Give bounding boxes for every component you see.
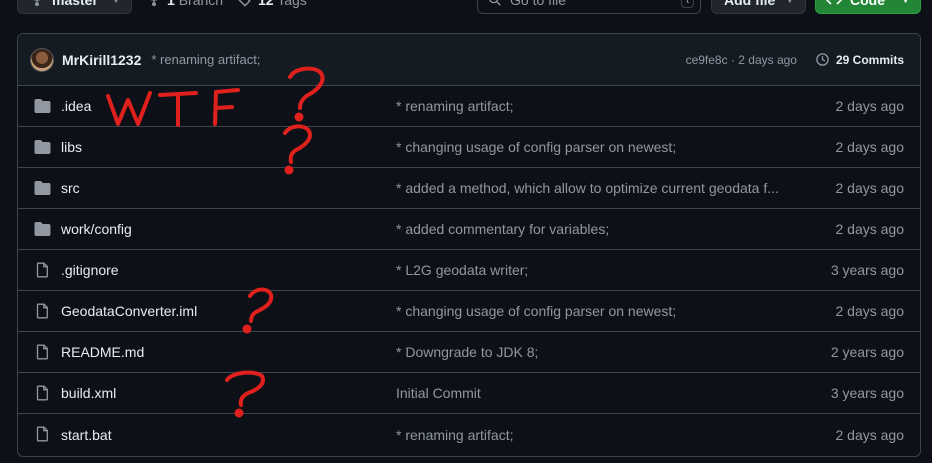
go-to-file-search[interactable]: Go to file t — [477, 0, 701, 14]
latest-commit-message[interactable]: * renaming artifact; — [151, 52, 260, 67]
branch-select-button[interactable]: master ▼ — [17, 0, 132, 14]
commit-author[interactable]: MrKirill1232 — [62, 52, 141, 68]
commit-sha-date[interactable]: ce9fe8c · 2 days ago — [686, 53, 797, 67]
commit-date: 2 days ago — [835, 426, 905, 443]
file-name-link[interactable]: work/config — [61, 221, 132, 237]
folder-icon — [34, 221, 51, 237]
file-name-link[interactable]: .gitignore — [61, 262, 119, 278]
add-file-label: Add file — [724, 0, 776, 8]
commit-message-link[interactable]: Initial Commit — [396, 385, 481, 401]
add-file-button[interactable]: Add file ▼ — [711, 0, 806, 14]
commits-count: 29 Commits — [835, 52, 904, 67]
folder-icon — [34, 139, 51, 155]
commit-message-link[interactable]: * renaming artifact; — [396, 427, 514, 443]
file-icon — [34, 344, 51, 360]
folder-icon — [34, 98, 51, 114]
commit-message-link[interactable]: * changing usage of config parser on new… — [396, 139, 676, 155]
commit-date: 3 years ago — [830, 262, 904, 278]
commit-message-link[interactable]: * added a method, which allow to optimiz… — [396, 180, 779, 196]
tags-link[interactable]: 12 Tags — [236, 0, 307, 8]
file-name-link[interactable]: README.md — [61, 344, 144, 360]
commit-message-link[interactable]: * changing usage of config parser on new… — [396, 303, 676, 319]
latest-commit-bar: MrKirill1232 * renaming artifact; ce9fe8… — [18, 34, 920, 86]
search-shortcut-key: t — [680, 0, 694, 8]
code-icon — [826, 0, 842, 5]
commit-date: 2 days ago — [835, 303, 905, 319]
branches-link[interactable]: 1 Branch — [147, 0, 223, 8]
commit-message-link[interactable]: * L2G geodata writer; — [396, 262, 528, 278]
commit-date: 2 days ago — [835, 221, 905, 237]
tags-count: 12 — [258, 0, 274, 8]
avatar[interactable] — [30, 47, 54, 72]
commit-message-link[interactable]: * Downgrade to JDK 8; — [396, 344, 538, 360]
folder-icon — [34, 180, 51, 196]
file-icon — [34, 426, 51, 442]
file-name-link[interactable]: .idea — [61, 98, 91, 114]
branches-count: 1 — [167, 0, 175, 8]
branches-label: Branch — [178, 0, 224, 8]
commit-date: 2 days ago — [835, 180, 905, 196]
commit-date: 2 days ago — [835, 98, 905, 114]
file-name-link[interactable]: start.bat — [61, 427, 112, 443]
search-placeholder: Go to file — [510, 0, 567, 8]
repo-toolbar: master ▼ 1 Branch 12 Tags Go to file t A… — [0, 0, 932, 16]
file-row[interactable]: start.bat * renaming artifact; 2 days ago — [18, 414, 920, 455]
commit-date: 2 days ago — [835, 139, 905, 155]
file-icon — [34, 303, 51, 319]
code-label: Code — [850, 0, 885, 8]
git-branch-icon — [33, 0, 41, 7]
commits-history-link[interactable]: 29 Commits — [815, 52, 904, 67]
tag-icon — [238, 0, 251, 7]
history-icon — [816, 53, 829, 66]
commit-date: 2 years ago — [830, 344, 904, 360]
file-icon — [34, 385, 51, 401]
file-rows: .idea * renaming artifact; 2 days ago libs *… — [18, 86, 920, 455]
file-row[interactable]: .idea * renaming artifact; 2 days ago — [18, 86, 920, 127]
file-name-link[interactable]: libs — [61, 139, 82, 155]
file-row[interactable]: build.xml Initial Commit 3 years ago — [18, 373, 920, 414]
branch-name: master — [52, 0, 98, 8]
search-icon — [489, 0, 501, 6]
file-icon — [34, 262, 51, 278]
chevron-down-icon: ▼ — [111, 0, 121, 6]
commit-date: 3 years ago — [830, 385, 904, 401]
file-row[interactable]: src * added a method, which allow to opti… — [18, 168, 920, 209]
commit-message-link[interactable]: * added commentary for variables; — [396, 221, 609, 237]
git-branch-icon — [150, 0, 158, 7]
file-row[interactable]: GeodataConverter.iml * changing usage of … — [18, 291, 920, 332]
tags-label: Tags — [277, 0, 307, 8]
file-row[interactable]: .gitignore * L2G geodata writer; 3 years a… — [18, 250, 920, 291]
chevron-down-icon: ▼ — [901, 0, 910, 5]
file-list: MrKirill1232 * renaming artifact; ce9fe8… — [17, 33, 921, 457]
file-row[interactable]: work/config * added commentary for variab… — [18, 209, 920, 250]
file-row[interactable]: libs * changing usage of config parser on… — [18, 127, 920, 168]
chevron-down-icon: ▼ — [785, 0, 795, 5]
file-name-link[interactable]: GeodataConverter.iml — [61, 303, 197, 319]
code-button[interactable]: Code ▼ — [815, 0, 921, 14]
file-row[interactable]: README.md * Downgrade to JDK 8; 2 years ag… — [18, 332, 920, 373]
file-name-link[interactable]: build.xml — [61, 385, 116, 401]
file-name-link[interactable]: src — [61, 180, 80, 196]
commit-message-link[interactable]: * renaming artifact; — [396, 98, 514, 114]
